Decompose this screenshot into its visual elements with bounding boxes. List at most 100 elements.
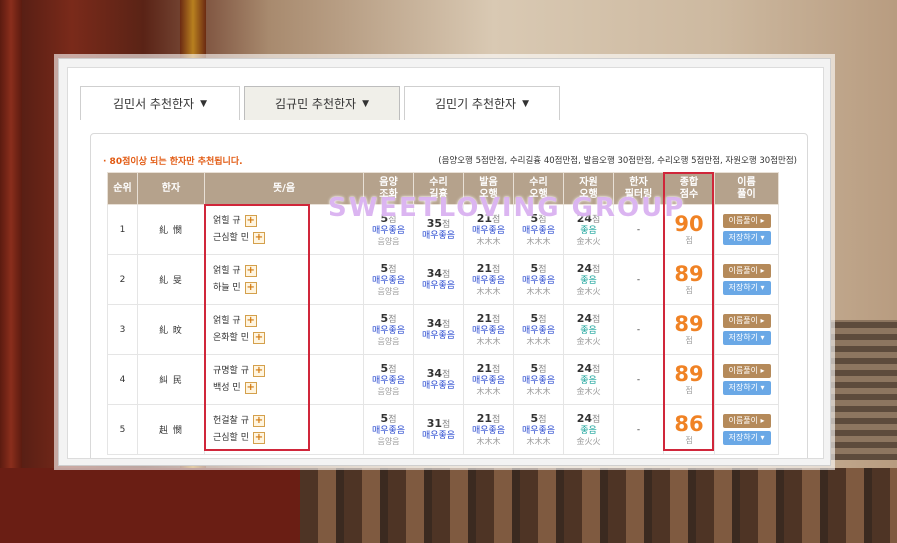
total-score-cell: 86 점 xyxy=(663,404,715,455)
plus-icon[interactable]: + xyxy=(252,415,265,427)
scoring-legend: (음양오행 5점만점, 수리길흉 40점만점, 발음오행 30점만점, 수리오행… xyxy=(438,156,797,166)
save-button[interactable]: 저장하기 ▾ xyxy=(722,381,771,395)
name-interpretation-button[interactable]: 이름풀이 ▸ xyxy=(722,414,771,428)
suri-cell: 34점 매우좋음 xyxy=(413,354,464,405)
meaning-text: 얽힐 규 xyxy=(213,215,241,226)
hanja-cell: 糺 旼 xyxy=(137,304,205,355)
plus-icon[interactable]: + xyxy=(252,432,265,444)
name-interpretation-button[interactable]: 이름풀이 ▸ xyxy=(722,314,771,328)
meaning-text: 헌걸찰 규 xyxy=(213,415,249,426)
header-hanja: 한자 xyxy=(137,172,205,205)
filter-cell: - xyxy=(613,354,664,405)
screenshot-frame: 김민서 추천한자 ▼ 김규민 추천한자 ▼ 김민기 추천한자 ▼ · 80점이상… xyxy=(58,58,831,466)
tab-label: 김규민 추천한자 xyxy=(274,97,357,111)
table-row: 4 糾 民 규명할 규 + 백성 민 + 5점 매우좋음 음양음 34점 매우좋음 … xyxy=(107,354,779,405)
plus-icon[interactable]: + xyxy=(252,332,265,344)
meaning-text: 근심할 민 xyxy=(213,232,249,243)
rank-cell: 5 xyxy=(107,404,138,455)
total-score: 89 xyxy=(674,312,704,336)
plus-icon[interactable]: + xyxy=(252,232,265,244)
hanja-cell: 赳 憫 xyxy=(137,404,205,455)
meaning-cell: 규명할 규 + 백성 민 + xyxy=(204,354,364,405)
tab-label: 김민기 추천한자 xyxy=(434,97,517,111)
plus-icon[interactable]: + xyxy=(244,382,257,394)
jawon-cell: 24점 좋음 金木火 xyxy=(563,254,614,305)
tab-name-3[interactable]: 김민기 추천한자 ▼ xyxy=(404,86,560,120)
pronunciation-cell: 21점 매우좋음 木木木 xyxy=(463,304,514,355)
caret-down-icon: ▼ xyxy=(200,98,208,109)
filter-cell: - xyxy=(613,404,664,455)
plus-icon[interactable]: + xyxy=(244,315,257,327)
eumyang-cell: 5점 매우좋음 음양음 xyxy=(363,354,414,405)
suri-ohaeng-cell: 5점 매우좋음 木木木 xyxy=(513,304,564,355)
meaning-cell: 얽힐 규 + 온화할 민 + xyxy=(204,304,364,355)
plus-icon[interactable]: + xyxy=(244,282,257,294)
meaning-cell: 얽힐 규 + 하늘 민 + xyxy=(204,254,364,305)
total-score-cell: 89 점 xyxy=(663,254,715,305)
save-button[interactable]: 저장하기 ▾ xyxy=(722,331,771,345)
meaning-text: 규명할 규 xyxy=(213,365,249,376)
rank-cell: 1 xyxy=(107,204,138,255)
hanja-cell: 糺 憫 xyxy=(137,204,205,255)
rank-cell: 3 xyxy=(107,304,138,355)
total-score: 86 xyxy=(674,412,704,436)
actions-cell: 이름풀이 ▸ 저장하기 ▾ xyxy=(714,204,779,255)
background-red-wall xyxy=(0,468,300,543)
meaning-text: 백성 민 xyxy=(213,382,241,393)
eumyang-cell: 5점 매우좋음 음양음 xyxy=(363,254,414,305)
meaning-text: 얽힐 규 xyxy=(213,265,241,276)
header-share: 이름 풀이 xyxy=(714,172,779,205)
background-palace-eaves xyxy=(300,468,897,543)
watermark: SWEETLOVING GROUP xyxy=(328,193,686,223)
suri-ohaeng-cell: 5점 매우좋음 木木木 xyxy=(513,254,564,305)
plus-icon[interactable]: + xyxy=(244,215,257,227)
pronunciation-cell: 21점 매우좋음 木木木 xyxy=(463,254,514,305)
meaning-text: 온화할 민 xyxy=(213,332,249,343)
header-rank: 순위 xyxy=(107,172,138,205)
total-score: 89 xyxy=(674,362,704,386)
meaning-cell: 헌걸찰 규 + 근심할 민 + xyxy=(204,404,364,455)
actions-cell: 이름풀이 ▸ 저장하기 ▾ xyxy=(714,254,779,305)
pronunciation-cell: 21점 매우좋음 木木木 xyxy=(463,404,514,455)
table-row: 5 赳 憫 헌걸찰 규 + 근심할 민 + 5점 매우좋음 음양음 31점 매우좋음… xyxy=(107,404,779,455)
tab-name-2-active[interactable]: 김규민 추천한자 ▼ xyxy=(244,86,400,120)
name-interpretation-button[interactable]: 이름풀이 ▸ xyxy=(722,264,771,278)
save-button[interactable]: 저장하기 ▾ xyxy=(722,231,771,245)
meaning-text: 얽힐 규 xyxy=(213,315,241,326)
total-score-cell: 89 점 xyxy=(663,354,715,405)
table-row: 3 糺 旼 얽힐 규 + 온화할 민 + 5점 매우좋음 음양음 34점 매우좋음 … xyxy=(107,304,779,355)
suri-cell: 31점 매우좋음 xyxy=(413,404,464,455)
pronunciation-cell: 21점 매우좋음 木木木 xyxy=(463,354,514,405)
jawon-cell: 24점 좋음 金木火 xyxy=(563,304,614,355)
eumyang-cell: 5점 매우좋음 음양음 xyxy=(363,404,414,455)
suri-cell: 34점 매우좋음 xyxy=(413,304,464,355)
save-button[interactable]: 저장하기 ▾ xyxy=(722,281,771,295)
filter-cell: - xyxy=(613,304,664,355)
jawon-cell: 24점 좋음 金火火 xyxy=(563,404,614,455)
plus-icon[interactable]: + xyxy=(252,365,265,377)
suri-ohaeng-cell: 5점 매우좋음 木木木 xyxy=(513,404,564,455)
background-pillar-left xyxy=(0,0,22,543)
jawon-cell: 24점 좋음 金木火 xyxy=(563,354,614,405)
save-button[interactable]: 저장하기 ▾ xyxy=(722,431,771,445)
meaning-text: 근심할 민 xyxy=(213,432,249,443)
tab-name-1[interactable]: 김민서 추천한자 ▼ xyxy=(80,86,240,120)
suri-ohaeng-cell: 5점 매우좋음 木木木 xyxy=(513,354,564,405)
rank-cell: 4 xyxy=(107,354,138,405)
min-score-note: · 80점이상 되는 한자만 추천됩니다. xyxy=(103,157,243,167)
plus-icon[interactable]: + xyxy=(244,265,257,277)
rank-cell: 2 xyxy=(107,254,138,305)
filter-cell: - xyxy=(613,254,664,305)
actions-cell: 이름풀이 ▸ 저장하기 ▾ xyxy=(714,354,779,405)
hanja-cell: 糺 旻 xyxy=(137,254,205,305)
hanja-cell: 糾 民 xyxy=(137,354,205,405)
eumyang-cell: 5점 매우좋음 음양음 xyxy=(363,304,414,355)
name-interpretation-button[interactable]: 이름풀이 ▸ xyxy=(722,364,771,378)
name-tabs: 김민서 추천한자 ▼ 김규민 추천한자 ▼ 김민기 추천한자 ▼ xyxy=(80,86,560,120)
table-row: 2 糺 旻 얽힐 규 + 하늘 민 + 5점 매우좋음 음양음 34점 매우좋음 2… xyxy=(107,254,779,305)
name-interpretation-button[interactable]: 이름풀이 ▸ xyxy=(722,214,771,228)
caret-down-icon: ▼ xyxy=(362,98,370,109)
recommendation-content: · 80점이상 되는 한자만 추천됩니다. (음양오행 5점만점, 수리길흉 4… xyxy=(90,133,808,458)
tab-label: 김민서 추천한자 xyxy=(112,97,195,111)
actions-cell: 이름풀이 ▸ 저장하기 ▾ xyxy=(714,304,779,355)
